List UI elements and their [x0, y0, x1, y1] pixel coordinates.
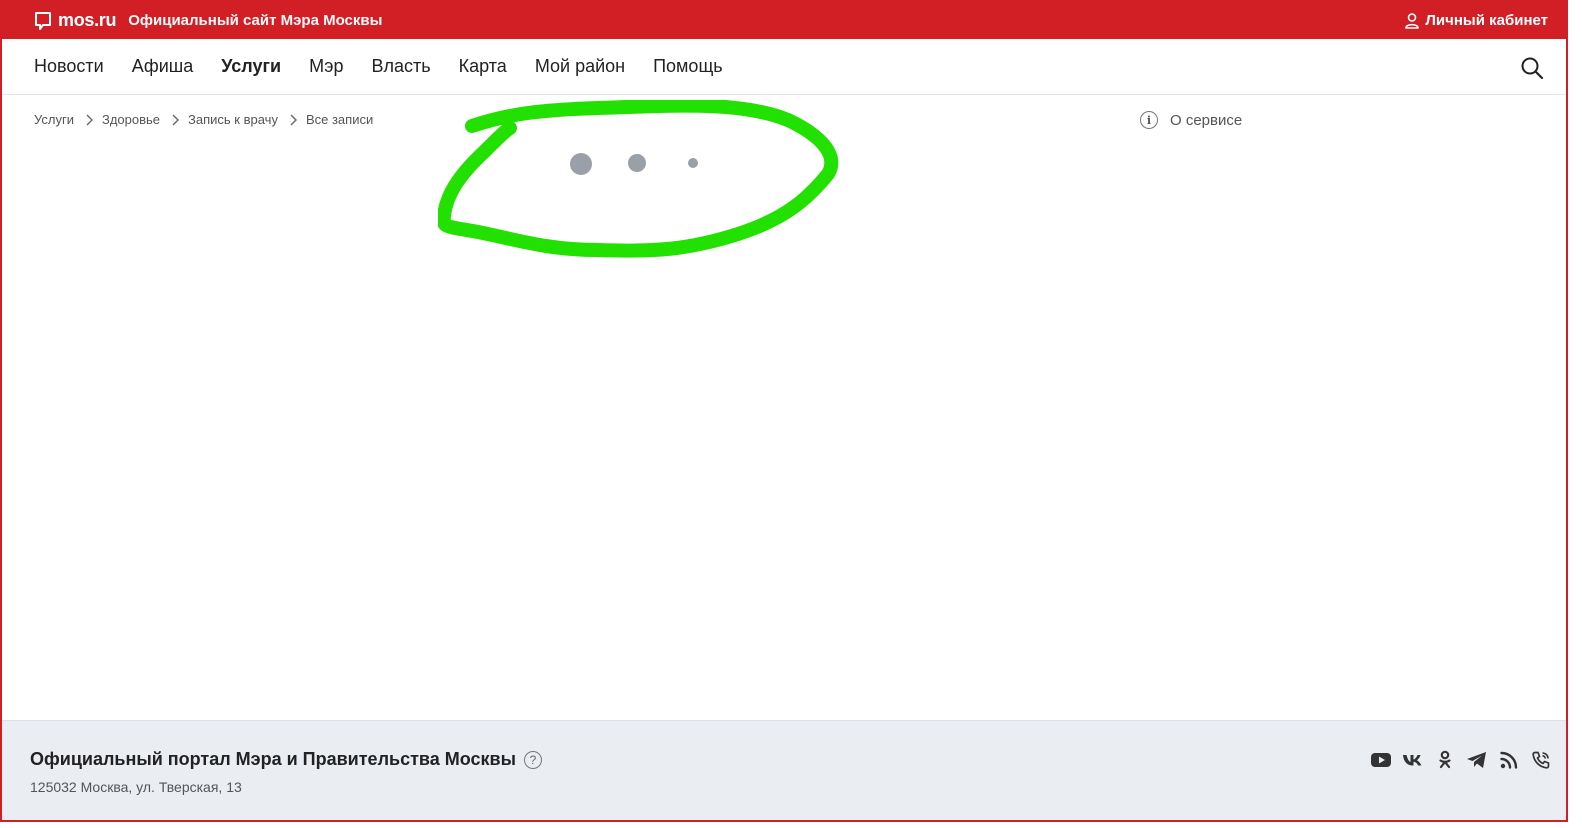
chevron-right-icon: [290, 114, 297, 125]
breadcrumb-item-4[interactable]: Все записи: [306, 112, 373, 127]
footer: Официальный портал Мэра и Правительства …: [2, 720, 1566, 820]
loading-dot-3: [688, 158, 698, 168]
annotation-scribble-icon: [438, 100, 839, 258]
chevron-right-icon: [172, 114, 180, 125]
search-icon[interactable]: [1520, 56, 1544, 80]
breadcrumb-item-2[interactable]: Здоровье: [102, 112, 160, 127]
site-title: Официальный сайт Мэра Москвы: [128, 12, 383, 29]
social-links: [1360, 749, 1552, 771]
nav-item-1[interactable]: Новости: [34, 56, 104, 77]
footer-title: Официальный портал Мэра и Правительства …: [30, 749, 542, 770]
chevron-right-icon: [86, 114, 93, 125]
loading-dot-1: [570, 153, 592, 175]
speech-bubble-logo-icon: [35, 11, 51, 30]
about-service-link[interactable]: i О сервисе: [1140, 111, 1242, 129]
footer-title-text: Официальный портал Мэра и Правительства …: [30, 749, 516, 769]
nav-item-6[interactable]: Карта: [459, 56, 507, 77]
info-icon: i: [1140, 111, 1158, 129]
breadcrumb-item-3[interactable]: Запись к врачу: [188, 112, 278, 127]
nav-item-5[interactable]: Власть: [371, 56, 430, 77]
account-label: Личный кабинет: [1425, 12, 1548, 29]
rss-icon[interactable]: [1498, 749, 1520, 771]
nav-item-3[interactable]: Услуги: [221, 56, 281, 77]
nav-item-7[interactable]: Мой район: [535, 56, 625, 77]
breadcrumb-item-1[interactable]: Услуги: [34, 112, 74, 127]
help-icon[interactable]: ?: [523, 750, 542, 769]
phone-icon[interactable]: [1530, 749, 1552, 771]
loading-dot-2: [628, 154, 646, 172]
browser-frame: mos.ru Официальный сайт Мэра Москвы Личн…: [0, 0, 1568, 822]
footer-address: 125032 Москва, ул. Тверская, 13: [30, 779, 242, 795]
nav-item-8[interactable]: Помощь: [653, 56, 723, 77]
nav-item-4[interactable]: Мэр: [309, 56, 343, 77]
main-nav: Новости Афиша Услуги Мэр Власть Карта Мой райо…: [2, 39, 1566, 95]
logo-text: mos.ru: [58, 10, 117, 30]
user-icon: [1405, 12, 1420, 29]
breadcrumb: Услуги Здоровье Запись к врачу Все записи: [34, 112, 373, 127]
youtube-icon[interactable]: [1370, 749, 1392, 771]
nav-items: Новости Афиша Услуги Мэр Власть Карта Мой райо…: [34, 56, 751, 77]
odnoklassniki-icon[interactable]: [1434, 749, 1456, 771]
about-service-label: О сервисе: [1170, 111, 1243, 129]
brand-link[interactable]: mos.ru Официальный сайт Мэра Москвы: [34, 10, 382, 31]
telegram-icon[interactable]: [1466, 749, 1488, 771]
nav-item-2[interactable]: Афиша: [132, 56, 194, 77]
top-bar: mos.ru Официальный сайт Мэра Москвы Личн…: [2, 2, 1566, 39]
vk-icon[interactable]: [1402, 749, 1424, 771]
account-link[interactable]: Личный кабинет: [1405, 2, 1548, 39]
